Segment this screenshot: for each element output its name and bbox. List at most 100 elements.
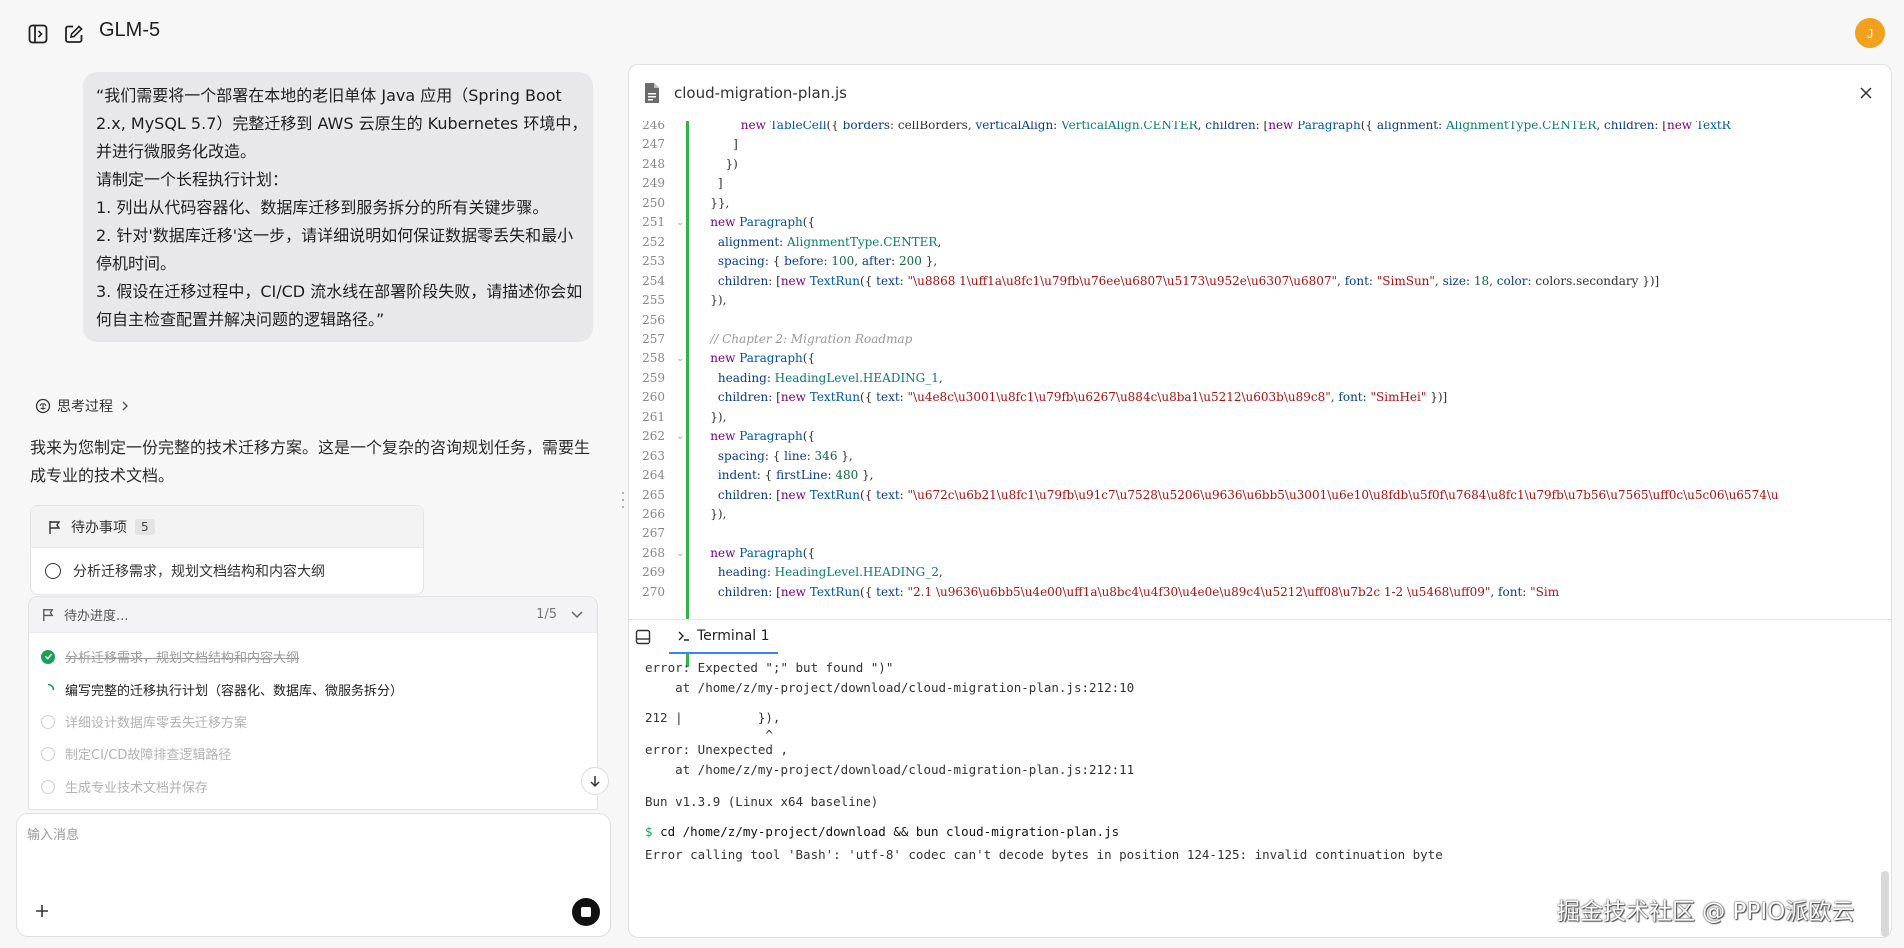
code-text: new Paragraph({ xyxy=(710,545,816,560)
tab-terminal-1[interactable]: Terminal 1 xyxy=(669,620,778,654)
file-viewer-header: cloud-migration-plan.js xyxy=(629,65,1891,121)
line-number: 269 xyxy=(642,565,665,580)
code-line: 258 ⌄ new Paragraph({ xyxy=(629,349,1891,369)
code-line: 247 ] xyxy=(629,135,1891,155)
thinking-toggle[interactable]: 思考过程 xyxy=(35,396,131,416)
line-number: 270 xyxy=(642,584,665,599)
code-line: 266 }), xyxy=(629,505,1891,525)
line-number: 257 xyxy=(642,331,665,346)
code-line: 270 children: [new TextRun({ text: "2.1 … xyxy=(629,583,1891,603)
code-text: // Chapter 2: Migration Roadmap xyxy=(695,331,913,346)
line-number: 261 xyxy=(642,409,665,424)
todo-progress-title: 待办进度... xyxy=(64,609,129,624)
code-text: new TableCell({ borders: cellBorders, ve… xyxy=(740,121,1731,132)
code-editor[interactable]: 246 new TableCell({ borders: cellBorders… xyxy=(629,121,1891,667)
terminal-tab-label: Terminal 1 xyxy=(697,628,770,644)
terminal-line: Error calling tool 'Bash': 'utf-8' codec… xyxy=(645,847,1443,862)
code-text: spacing: { before: 100, after: 200 }, xyxy=(717,254,938,269)
todo-progress-item[interactable]: 生成专业技术文档并保存 xyxy=(41,777,208,796)
user-message-line: 2.x, MySQL 5.7）完整迁移到 AWS 云原生的 Kubernetes… xyxy=(96,114,588,133)
code-text: children: [new TextRun({ text: "\u8868 1… xyxy=(717,273,1660,288)
empty-circle-icon xyxy=(41,746,55,761)
flag-icon xyxy=(43,608,54,622)
todo-progress-panel: 待办进度... 1/5 分析迁移需求，规划文档结构和内容大纲编写完整的迁移执行计… xyxy=(28,596,598,810)
code-line: 251 ⌄ new Paragraph({ xyxy=(629,213,1891,233)
watermark: 掘金技术社区 @ PPIO派欧云 xyxy=(1557,899,1855,925)
user-message-line: 请制定一个长程执行计划： xyxy=(96,170,289,189)
attach-button[interactable] xyxy=(29,898,55,924)
scroll-down-button[interactable] xyxy=(581,767,609,795)
line-number: 267 xyxy=(642,526,665,541)
line-number: 246 xyxy=(642,121,665,132)
code-text: children: [new TextRun({ text: "2.1 \u96… xyxy=(717,584,1560,599)
code-text: ] xyxy=(695,137,738,152)
line-number: 260 xyxy=(642,390,665,405)
assistant-message-line: 成专业的技术文档。 xyxy=(30,466,175,485)
arrow-down-icon xyxy=(590,776,600,788)
user-message-bubble: “我们需要将一个部署在本地的老旧单体 Java 应用（Spring Boot 2.… xyxy=(83,72,593,342)
chevron-down-icon[interactable] xyxy=(569,606,585,626)
todo-progress-item[interactable]: 编写完整的迁移执行计划（容器化、数据库、微服务拆分） xyxy=(41,680,403,699)
fold-chevron-icon[interactable]: ⌄ xyxy=(676,544,684,564)
code-line: 250 }}, xyxy=(629,194,1891,214)
terminal-scrollbar[interactable] xyxy=(1881,871,1889,937)
app-title: GLM-5 xyxy=(99,19,161,41)
code-line: 261 }), xyxy=(629,408,1891,428)
sidebar-toggle-icon[interactable] xyxy=(26,22,50,46)
code-text: }), xyxy=(695,293,727,308)
code-line: 254 children: [new TextRun({ text: "\u88… xyxy=(629,272,1891,292)
line-number: 265 xyxy=(642,487,665,502)
todo-progress-header[interactable]: 待办进度... 1/5 xyxy=(29,597,597,633)
panel-resize-handle[interactable] xyxy=(621,492,625,508)
panel-layout-icon[interactable] xyxy=(635,629,651,649)
line-number: 252 xyxy=(642,234,665,249)
terminal-line: at /home/z/my-project/download/cloud-mig… xyxy=(645,762,1135,777)
todo-progress-item[interactable]: 制定CI/CD故障排查逻辑路径 xyxy=(41,744,231,763)
code-text: }) xyxy=(695,156,738,171)
line-number: 264 xyxy=(642,468,665,483)
todo-card-header[interactable]: 待办事项 5 xyxy=(31,506,423,548)
user-message-line: 何自主检查配置并解决问题的逻辑路径。” xyxy=(96,310,385,329)
plus-icon xyxy=(36,905,48,917)
todo-card-item-label: 分析迁移需求，规划文档结构和内容大纲 xyxy=(73,564,325,580)
thinking-label: 思考过程 xyxy=(57,399,113,415)
top-bar: GLM-5 J xyxy=(0,0,1904,66)
code-text: new Paragraph({ xyxy=(710,215,816,230)
line-number: 268 xyxy=(642,545,665,560)
todo-card: 待办事项 5 分析迁移需求，规划文档结构和内容大纲 xyxy=(30,505,424,595)
chevron-right-icon xyxy=(122,401,128,411)
close-panel-button[interactable] xyxy=(1855,82,1877,104)
fold-chevron-icon[interactable]: ⌄ xyxy=(676,427,684,447)
fold-chevron-icon[interactable]: ⌄ xyxy=(676,349,684,369)
file-icon xyxy=(643,82,661,108)
terminal-tab-bar: Terminal 1 xyxy=(629,619,1891,654)
stop-generation-button[interactable] xyxy=(572,898,600,926)
code-line: 263 spacing: { line: 346 }, xyxy=(629,447,1891,467)
message-input[interactable] xyxy=(27,824,597,884)
code-text: new Paragraph({ xyxy=(710,429,816,444)
fold-chevron-icon[interactable]: ⌄ xyxy=(676,213,684,233)
spinner-icon xyxy=(41,683,55,697)
code-text: new Paragraph({ xyxy=(710,351,816,366)
code-text: children: [new TextRun({ text: "\u4e8c\u… xyxy=(717,390,1448,405)
empty-circle-icon xyxy=(41,714,55,729)
new-chat-icon[interactable] xyxy=(62,22,86,46)
line-number: 256 xyxy=(642,312,665,327)
code-line: 259 heading: HeadingLevel.HEADING_1, xyxy=(629,369,1891,389)
terminal-line: ^ xyxy=(645,727,773,742)
line-number: 258 xyxy=(642,351,665,366)
todo-card-item[interactable]: 分析迁移需求，规划文档结构和内容大纲 xyxy=(31,548,423,594)
line-number: 253 xyxy=(642,254,665,269)
code-text: }}, xyxy=(695,195,730,210)
code-line: 255 }), xyxy=(629,291,1891,311)
code-line: 257 // Chapter 2: Migration Roadmap xyxy=(629,330,1891,350)
assistant-message: 我来为您制定一份完整的技术迁移方案。这是一个复杂的咨询规划任务，需要生 成专业的技… xyxy=(30,434,595,490)
terminal-prompt: $ xyxy=(645,824,653,839)
todo-progress-item[interactable]: 详细设计数据库零丢失迁移方案 xyxy=(41,712,247,731)
todo-count-badge: 5 xyxy=(135,518,155,535)
code-line: 260 children: [new TextRun({ text: "\u4e… xyxy=(629,388,1891,408)
avatar[interactable]: J xyxy=(1855,18,1885,48)
line-number: 250 xyxy=(642,195,665,210)
assistant-message-line: 我来为您制定一份完整的技术迁移方案。这是一个复杂的咨询规划任务，需要生 xyxy=(30,438,591,457)
todo-progress-item[interactable]: 分析迁移需求，规划文档结构和内容大纲 xyxy=(41,647,299,666)
